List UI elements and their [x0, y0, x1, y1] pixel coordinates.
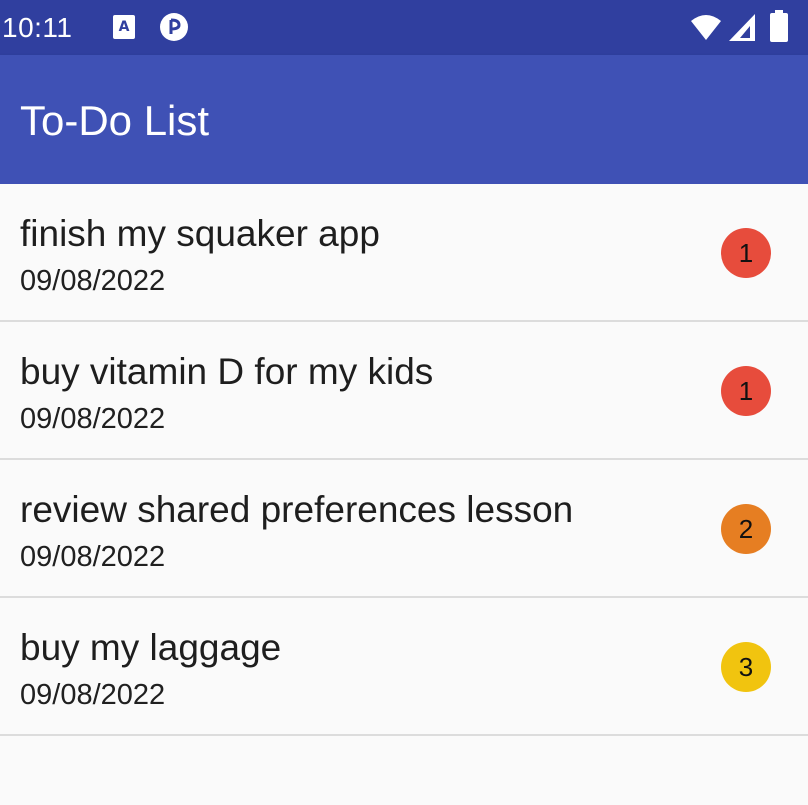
battery-icon [770, 10, 788, 42]
task-row[interactable]: buy vitamin D for my kids 09/08/2022 1 [0, 322, 808, 460]
task-title: buy vitamin D for my kids [20, 351, 434, 392]
a-icon: A [113, 15, 135, 39]
task-title: finish my squaker app [20, 213, 380, 254]
task-row[interactable]: buy my laggage 09/08/2022 3 [0, 598, 808, 736]
task-list: finish my squaker app 09/08/2022 1 buy v… [0, 184, 808, 736]
task-title: buy my laggage [20, 627, 282, 668]
priority-badge: 2 [721, 504, 771, 554]
app-bar: To-Do List [0, 55, 808, 184]
wifi-icon [691, 15, 721, 40]
cast-icon [160, 13, 188, 41]
status-time: 10:11 [2, 12, 73, 43]
task-title: review shared preferences lesson [20, 489, 574, 530]
priority-badge: 3 [721, 642, 771, 692]
screen: 10:11 A To-Do List finish my squaker app… [0, 0, 808, 805]
priority-badge: 1 [721, 366, 771, 416]
signal-icon [729, 14, 755, 41]
task-date: 09/08/2022 [20, 403, 166, 435]
task-date: 09/08/2022 [20, 541, 166, 573]
task-row[interactable]: finish my squaker app 09/08/2022 1 [0, 184, 808, 322]
priority-badge: 1 [721, 228, 771, 278]
task-date: 09/08/2022 [20, 265, 166, 297]
task-row[interactable]: review shared preferences lesson 09/08/2… [0, 460, 808, 598]
status-bar: 10:11 A [0, 0, 808, 55]
task-date: 09/08/2022 [20, 679, 166, 711]
app-title: To-Do List [20, 97, 210, 144]
